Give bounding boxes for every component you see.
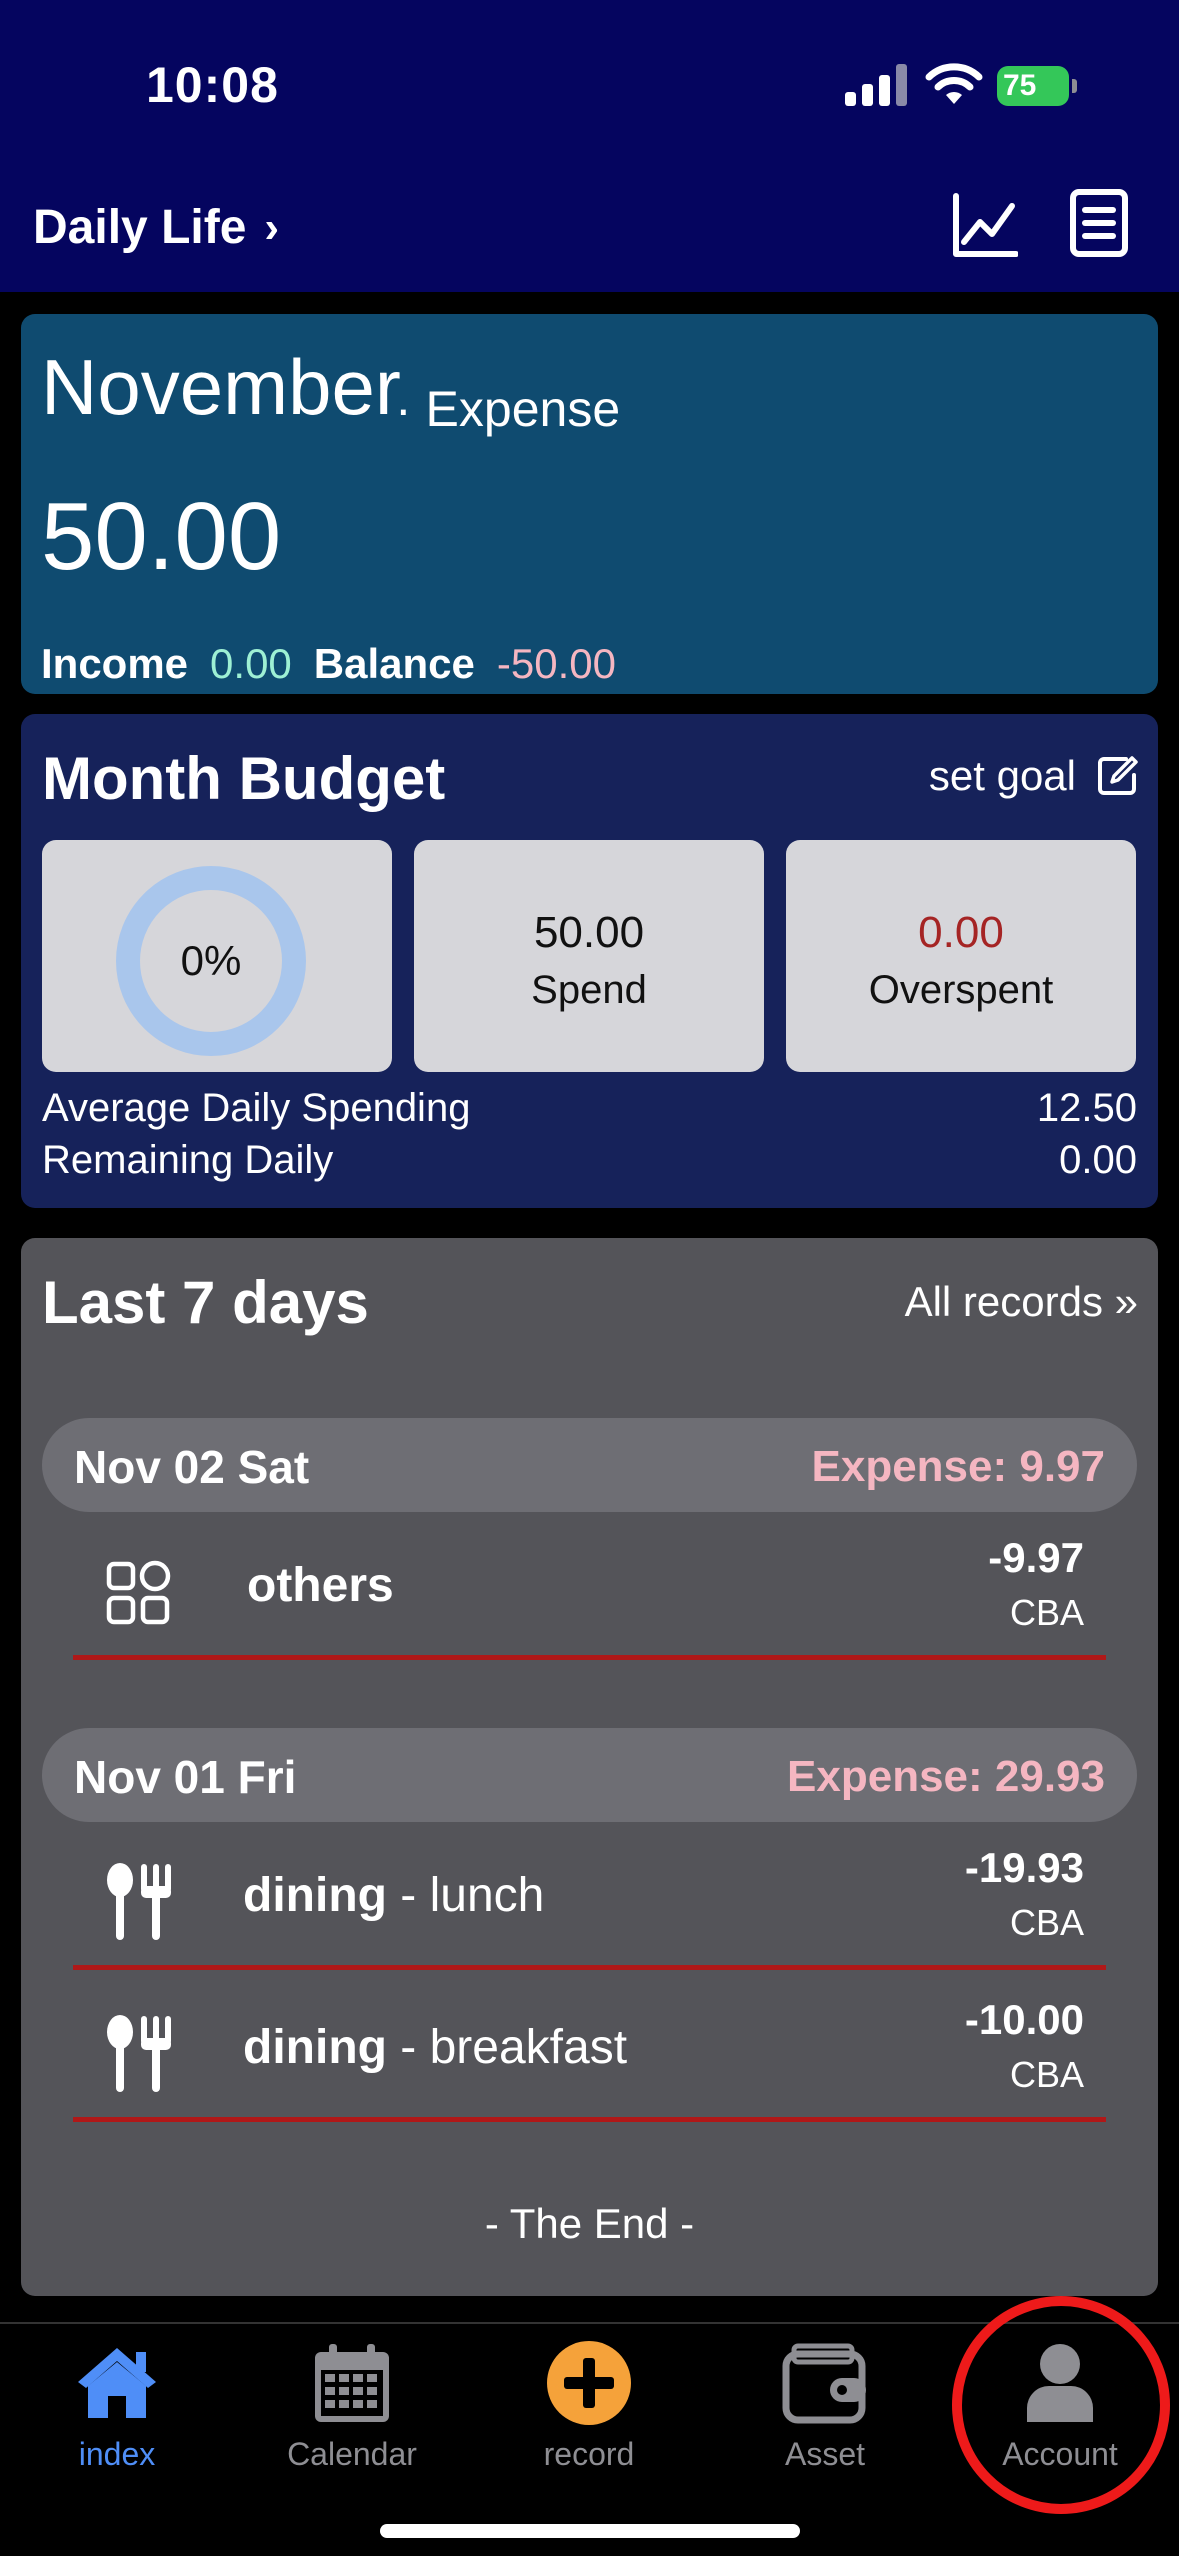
income-label: Income: [41, 640, 189, 687]
book-selector[interactable]: Daily Life ›: [33, 200, 279, 255]
day-date: Nov 01 Fri: [74, 1751, 297, 1803]
record-category: others: [247, 1559, 394, 1612]
cellular-signal-icon: [845, 64, 909, 106]
home-indicator: [380, 2524, 800, 2538]
remaining-daily-label: Remaining Daily: [42, 1138, 334, 1182]
record-row[interactable]: dining - breakfast -10.00 CBA: [73, 1974, 1106, 2122]
summary-footer: Income 0.00 Balance -50.00: [41, 640, 616, 688]
plus-circle-icon: [547, 2341, 631, 2425]
tab-label: Asset: [784, 2436, 866, 2472]
tab-label: Calendar: [287, 2436, 417, 2472]
budget-progress-tile: 0%: [42, 840, 392, 1072]
day-expense: Expense: 29.93: [787, 1752, 1105, 1801]
overspent-value: 0.00: [918, 908, 1004, 957]
document-icon[interactable]: [1068, 188, 1130, 258]
annotation-highlight-circle: [952, 2296, 1170, 2514]
tab-record[interactable]: record: [489, 2338, 689, 2488]
summary-type: · Expense: [395, 381, 621, 437]
record-category: dining: [243, 1869, 387, 1922]
average-daily-row: Average Daily Spending 12.50: [42, 1086, 1137, 1131]
cutlery-icon: [107, 1863, 171, 1940]
tab-index[interactable]: index: [17, 2338, 217, 2488]
day-expense: Expense: 9.97: [811, 1442, 1106, 1491]
record-row[interactable]: others -9.97 CBA: [73, 1512, 1106, 1660]
overspent-tile: 0.00 Overspent: [786, 840, 1136, 1072]
budget-title: Month Budget: [42, 745, 446, 812]
balance-value: -50.00: [496, 640, 616, 687]
average-daily-label: Average Daily Spending: [42, 1086, 471, 1130]
summary-month: November: [41, 343, 401, 431]
tab-label: record: [543, 2436, 635, 2472]
overspent-label: Overspent: [868, 968, 1054, 1012]
nav-bar: Daily Life ›: [0, 170, 1179, 292]
record-amount: -19.93: [964, 1844, 1084, 1891]
record-name: dining - breakfast: [243, 2020, 627, 2075]
month-budget-card: Month Budget set goal 0% 50.00 Spend 0.0…: [21, 714, 1158, 1208]
recent-records-card: Last 7 days All records » Nov 02 Sat Exp…: [21, 1238, 1158, 2296]
record-account: CBA: [1009, 1902, 1084, 1943]
summary-amount: 50.00: [41, 483, 282, 590]
battery-level: 75: [997, 66, 1069, 106]
remaining-daily-value: 0.00: [1059, 1138, 1137, 1182]
set-goal-label: set goal: [928, 752, 1076, 799]
calendar-icon: [315, 2344, 389, 2422]
battery-icon: 75: [997, 66, 1077, 106]
record-account: CBA: [1009, 1592, 1084, 1633]
status-time: 10:08: [146, 57, 279, 113]
record-category: dining: [243, 2021, 387, 2074]
cutlery-icon: [107, 2015, 171, 2092]
monthly-summary-card[interactable]: November · Expense 50.00 Income 0.00 Bal…: [21, 314, 1158, 694]
records-title: Last 7 days: [42, 1269, 369, 1336]
wifi-icon: [925, 63, 983, 104]
wallet-icon: [782, 2343, 866, 2424]
chevron-right-icon: ›: [264, 202, 280, 252]
end-of-list: - The End -: [484, 2200, 695, 2247]
spend-value: 50.00: [533, 908, 645, 957]
day-header: Nov 01 Fri Expense: 29.93: [42, 1728, 1137, 1822]
book-title: Daily Life: [33, 201, 247, 254]
line-chart-icon[interactable]: [952, 192, 1018, 258]
tab-label: index: [78, 2436, 156, 2472]
record-note: - breakfast: [386, 2021, 628, 2074]
record-row[interactable]: dining - lunch -19.93 CBA: [73, 1822, 1106, 1970]
grid-icon: [106, 1560, 171, 1625]
spend-tile: 50.00 Spend: [414, 840, 764, 1072]
tab-calendar[interactable]: Calendar: [252, 2338, 452, 2488]
budget-progress-ring: 0%: [116, 866, 306, 1056]
all-records-link[interactable]: All records »: [905, 1278, 1138, 1326]
record-account: CBA: [1009, 2054, 1084, 2095]
set-goal-button[interactable]: set goal: [929, 752, 1138, 800]
spend-label: Spend: [531, 968, 647, 1012]
record-note: - lunch: [386, 1869, 545, 1922]
home-icon: [78, 2348, 156, 2418]
income-value: 0.00: [210, 640, 292, 687]
day-header: Nov 02 Sat Expense: 9.97: [42, 1418, 1137, 1512]
record-name: dining - lunch: [243, 1868, 544, 1923]
tab-asset[interactable]: Asset: [725, 2338, 925, 2488]
main-content: November · Expense 50.00 Income 0.00 Bal…: [0, 292, 1179, 2322]
remaining-daily-row: Remaining Daily 0.00: [42, 1138, 1137, 1183]
record-name: others: [247, 1558, 394, 1613]
budget-progress-text: 0%: [180, 937, 242, 984]
edit-icon: [1098, 756, 1138, 795]
day-date: Nov 02 Sat: [74, 1441, 310, 1493]
record-amount: -10.00: [964, 1996, 1084, 2043]
balance-label: Balance: [313, 640, 475, 687]
average-daily-value: 12.50: [1036, 1086, 1137, 1130]
record-amount: -9.97: [988, 1534, 1084, 1581]
status-bar: 10:08 75: [0, 0, 1179, 170]
